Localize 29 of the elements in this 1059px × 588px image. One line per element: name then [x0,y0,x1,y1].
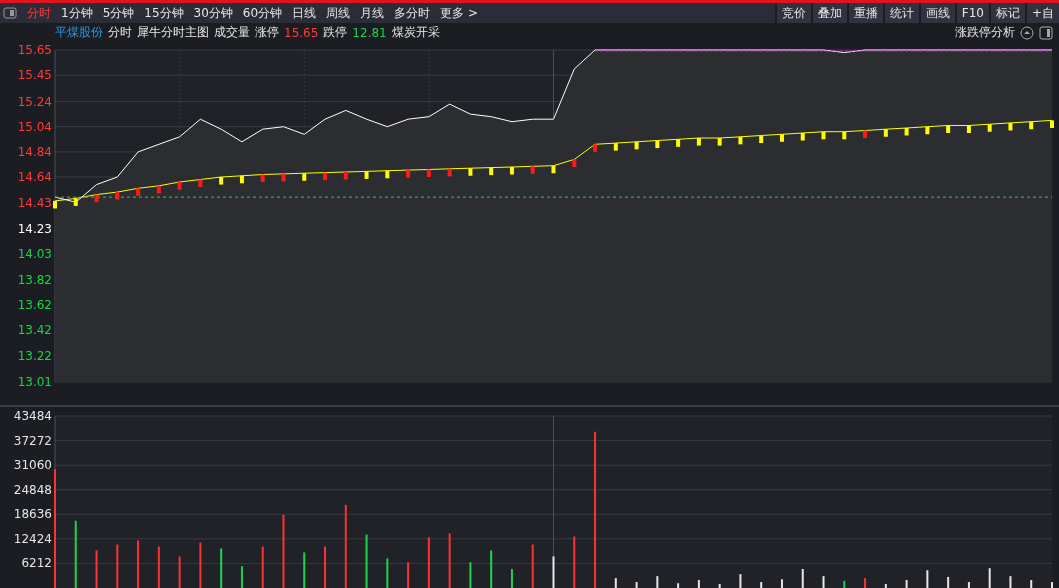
info-text: 12.81 [352,25,387,40]
volume-axis-label: 6212 [21,556,52,571]
price-axis-label: 14.84 [17,144,52,159]
price-axis-label: 15.24 [17,94,52,109]
volume-axis-label: 18636 [13,507,52,522]
price-axis-label: 13.01 [17,375,52,389]
info-text: 跌停 [323,24,348,41]
price-axis-label: 14.03 [17,246,52,261]
info-text: 煤炭开采 [391,24,440,41]
info-text: 分时 [108,24,132,41]
price-axis-label: 14.23 [17,221,52,236]
volume-axis-label: 12424 [13,531,52,546]
volume-axis-label: 31060 [13,458,52,473]
price-axis-label: 13.82 [17,273,52,288]
info-text: 涨停 [255,24,279,41]
price-axis-label: 14.64 [17,170,52,184]
price-axis-label: 13.62 [17,298,52,313]
price-axis-label: 15.65 [17,43,52,57]
price-axis-label: 13.22 [17,348,52,363]
price-axis-label: 15.04 [17,119,52,134]
info-text: 15.65 [284,25,319,40]
price-axis-label: 15.45 [17,68,52,83]
price-axis-label: 13.42 [17,323,52,338]
info-text: 成交量 [214,24,250,41]
volume-axis-label: 24848 [13,482,52,497]
info-text: 犀牛分时主图 [137,24,209,41]
price-axis-label: 14.43 [17,196,52,211]
volume-axis-label: 43484 [13,409,52,423]
volume-axis-label: 37272 [13,433,52,448]
